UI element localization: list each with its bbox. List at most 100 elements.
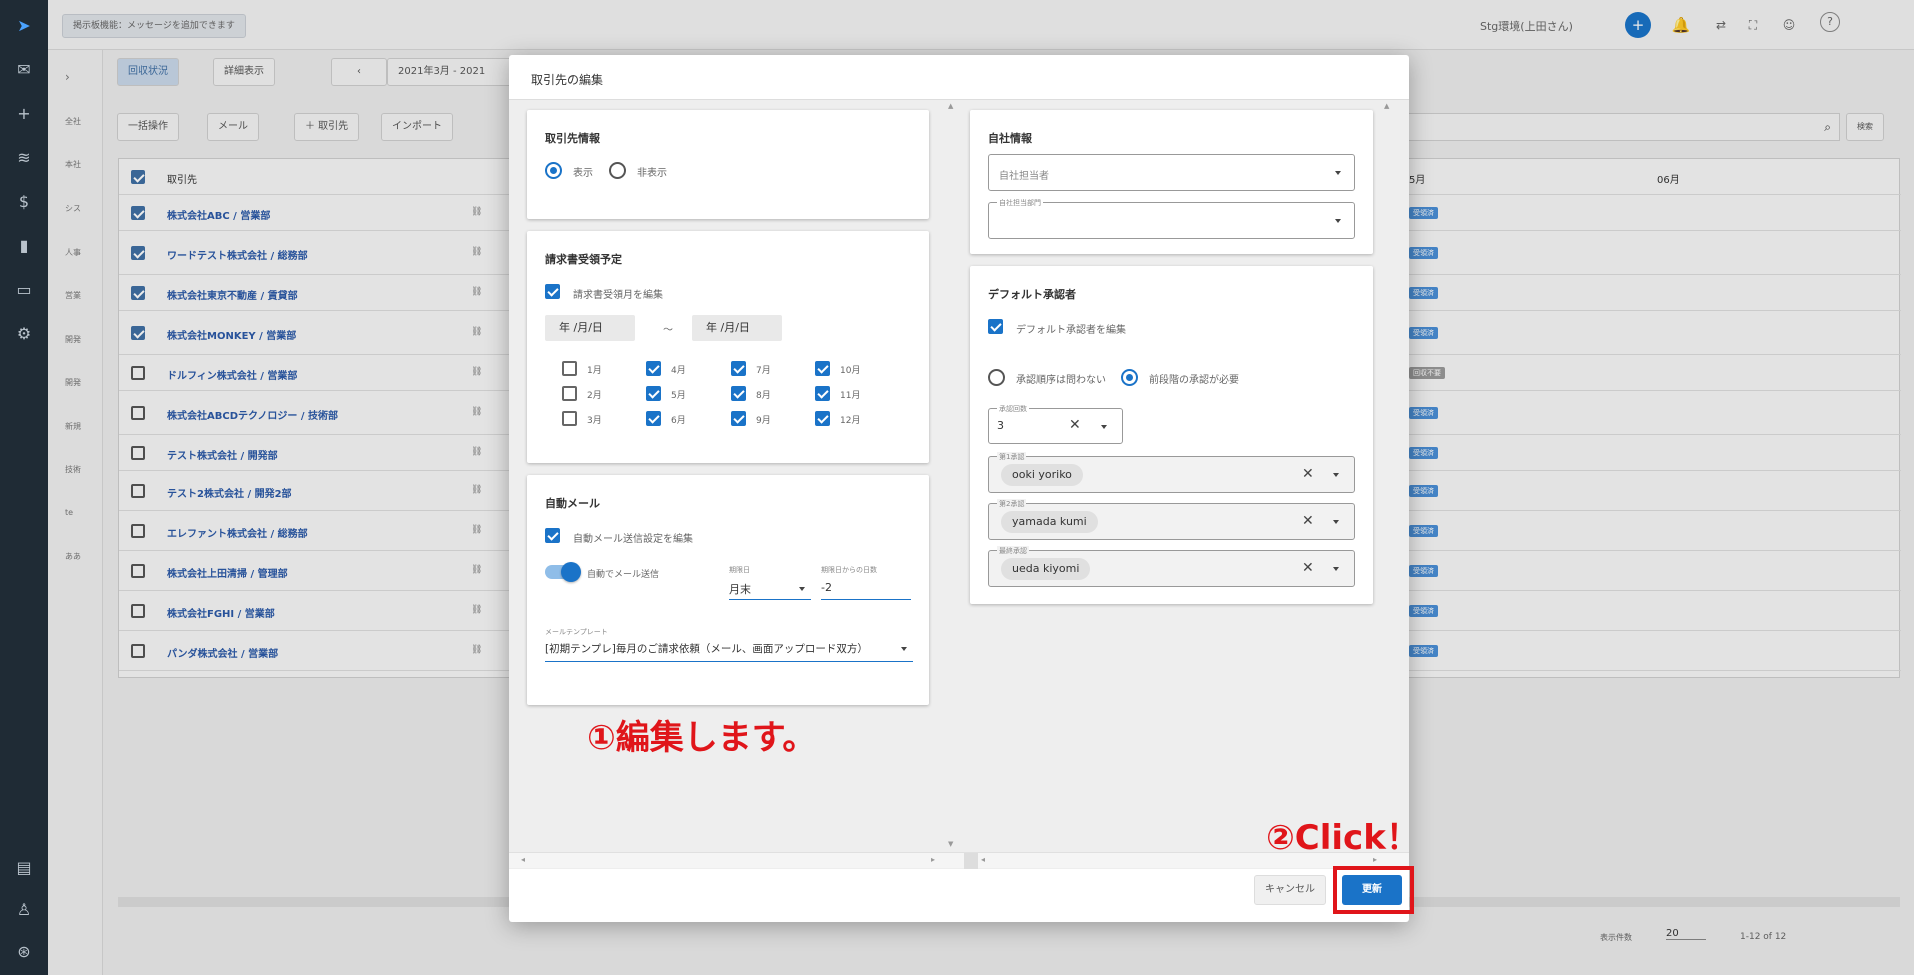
scroll-up-icon[interactable]: ▲ [1384, 102, 1389, 110]
scroll-left-icon[interactable]: ◂ [521, 855, 525, 864]
scroll-left-icon[interactable]: ◂ [981, 855, 985, 864]
month-label: 1月 [587, 366, 602, 376]
month-label: 10月 [840, 366, 861, 376]
due-date-dropdown-icon[interactable] [799, 587, 805, 591]
auto-mail-title: 自動メール [545, 497, 600, 510]
start-date-input[interactable]: 年 /月/日 [545, 315, 635, 341]
cancel-button[interactable]: キャンセル [1254, 875, 1326, 905]
month-checkbox[interactable] [562, 361, 577, 376]
inbox-icon[interactable]: ✉ [12, 58, 36, 82]
clear-count-icon[interactable]: ✕ [1069, 417, 1081, 433]
offset-days-input[interactable]: -2 [821, 581, 832, 594]
mail-template-select[interactable]: [初期テンプレ]毎月のご請求依頼（メール、画面アップロード双方） [545, 641, 868, 656]
month-checkbox[interactable] [562, 411, 577, 426]
owner-select[interactable]: 自社担当者 [988, 154, 1355, 191]
scroll-corner [964, 853, 978, 869]
auto-send-label: 自動でメール送信 [587, 570, 660, 580]
edit-auto-mail-label: 自動メール送信設定を編集 [573, 534, 693, 545]
edit-approver-checkbox[interactable] [988, 319, 1003, 334]
scroll-up-icon[interactable]: ▲ [948, 102, 953, 110]
month-checkbox[interactable] [815, 411, 830, 426]
month-checkbox[interactable] [646, 411, 661, 426]
auto-send-toggle[interactable] [545, 562, 581, 582]
due-date-underline [729, 599, 811, 600]
user-icon[interactable]: ♙ [12, 898, 36, 922]
approver-chip[interactable]: ooki yoriko [1001, 464, 1083, 486]
own-company-card: 自社情報 自社担当者 自社担当部門 [970, 110, 1373, 254]
scroll-down-icon[interactable]: ▼ [948, 840, 953, 848]
hide-radio[interactable] [609, 162, 626, 179]
month-checkbox[interactable] [815, 386, 830, 401]
show-radio-label: 表示 [573, 168, 593, 179]
order-prev-label: 前段階の承認が必要 [1149, 375, 1239, 386]
approver-dropdown-icon[interactable] [1333, 520, 1339, 524]
month-label: 6月 [671, 416, 686, 426]
month-checkbox[interactable] [646, 386, 661, 401]
approver-stage-select[interactable]: 第1承認 ooki yoriko ✕ [988, 452, 1355, 493]
offset-days-underline [821, 599, 911, 600]
approver-dropdown-icon[interactable] [1333, 567, 1339, 571]
invoice-schedule-card: 請求書受領予定 請求書受領月を編集 年 /月/日 ～ 年 /月/日 1月 4月 7月… [527, 231, 929, 463]
plus-icon[interactable]: + [12, 102, 36, 126]
department-select[interactable]: 自社担当部門 [988, 198, 1355, 239]
count-dropdown-icon[interactable] [1101, 425, 1107, 429]
edit-invoice-month-checkbox[interactable] [545, 284, 560, 299]
mail-template-dropdown-icon[interactable] [901, 647, 907, 651]
dialog-title: 取引先の編集 [531, 73, 604, 87]
chart-icon[interactable]: ▮ [12, 234, 36, 258]
approver-chip[interactable]: yamada kumi [1001, 511, 1098, 533]
approver-stage-select[interactable]: 最終承認 ueda kiyomi ✕ [988, 546, 1355, 587]
left-column-scrollbar[interactable]: ▲ ▼ [947, 100, 957, 870]
show-radio[interactable] [545, 162, 562, 179]
dollar-icon[interactable]: $ [12, 190, 36, 214]
own-company-title: 自社情報 [988, 132, 1032, 145]
month-checkbox[interactable] [731, 386, 746, 401]
partner-info-title: 取引先情報 [545, 132, 600, 145]
month-checkbox[interactable] [562, 386, 577, 401]
layers-icon[interactable]: ≋ [12, 146, 36, 170]
scroll-right-icon[interactable]: ▸ [931, 855, 935, 864]
edit-invoice-month-label: 請求書受領月を編集 [573, 290, 663, 301]
clear-approver-icon[interactable]: ✕ [1302, 466, 1314, 482]
order-prev-radio[interactable] [1121, 369, 1138, 386]
mail-template-underline [545, 661, 913, 662]
month-checkbox[interactable] [731, 361, 746, 376]
order-any-radio[interactable] [988, 369, 1005, 386]
month-label: 12月 [840, 416, 861, 426]
owner-placeholder: 自社担当者 [999, 171, 1049, 182]
month-label: 11月 [840, 391, 861, 401]
month-checkbox[interactable] [815, 361, 830, 376]
department-dropdown-icon[interactable] [1335, 219, 1341, 223]
month-label: 7月 [756, 366, 771, 376]
approver-chip[interactable]: ueda kiyomi [1001, 558, 1091, 580]
approver-stage-label: 最終承認 [997, 546, 1029, 556]
book-icon[interactable]: ▭ [12, 278, 36, 302]
edit-auto-mail-checkbox[interactable] [545, 528, 560, 543]
edit-partner-dialog: 取引先の編集 取引先情報 表示 非表示 請求書受領予定 請求書受領月を編集 年 … [509, 55, 1414, 922]
date-range-tilde: ～ [663, 325, 673, 336]
gear-icon[interactable]: ⚙ [12, 322, 36, 346]
end-date-input[interactable]: 年 /月/日 [692, 315, 782, 341]
approver-stage-select[interactable]: 第2承認 yamada kumi ✕ [988, 499, 1355, 540]
month-checkbox[interactable] [731, 411, 746, 426]
owner-dropdown-icon[interactable] [1335, 171, 1341, 175]
due-date-value[interactable]: 月末 [729, 581, 751, 597]
default-approver-card: デフォルト承認者 デフォルト承認者を編集 承認順序は問わない 前段階の承認が必要… [970, 266, 1373, 604]
right-column-scrollbar[interactable]: ▲ [1383, 100, 1393, 870]
keyboard-icon[interactable]: ▤ [12, 856, 36, 880]
month-label: 9月 [756, 416, 771, 426]
department-label: 自社担当部門 [997, 198, 1043, 208]
partner-info-card: 取引先情報 表示 非表示 [527, 110, 929, 219]
default-approver-title: デフォルト承認者 [988, 288, 1076, 301]
logout-icon[interactable]: ⊛ [12, 940, 36, 964]
clear-approver-icon[interactable]: ✕ [1302, 560, 1314, 576]
edit-approver-label: デフォルト承認者を編集 [1016, 325, 1126, 336]
clear-approver-icon[interactable]: ✕ [1302, 513, 1314, 529]
order-any-label: 承認順序は問わない [1016, 375, 1106, 386]
update-button[interactable]: 更新 [1342, 875, 1402, 905]
invoice-schedule-title: 請求書受領予定 [545, 253, 622, 266]
approval-count-select[interactable]: 承認回数 3 ✕ [988, 404, 1123, 444]
month-checkbox[interactable] [646, 361, 661, 376]
approval-count-value: 3 [997, 419, 1004, 432]
approver-dropdown-icon[interactable] [1333, 473, 1339, 477]
